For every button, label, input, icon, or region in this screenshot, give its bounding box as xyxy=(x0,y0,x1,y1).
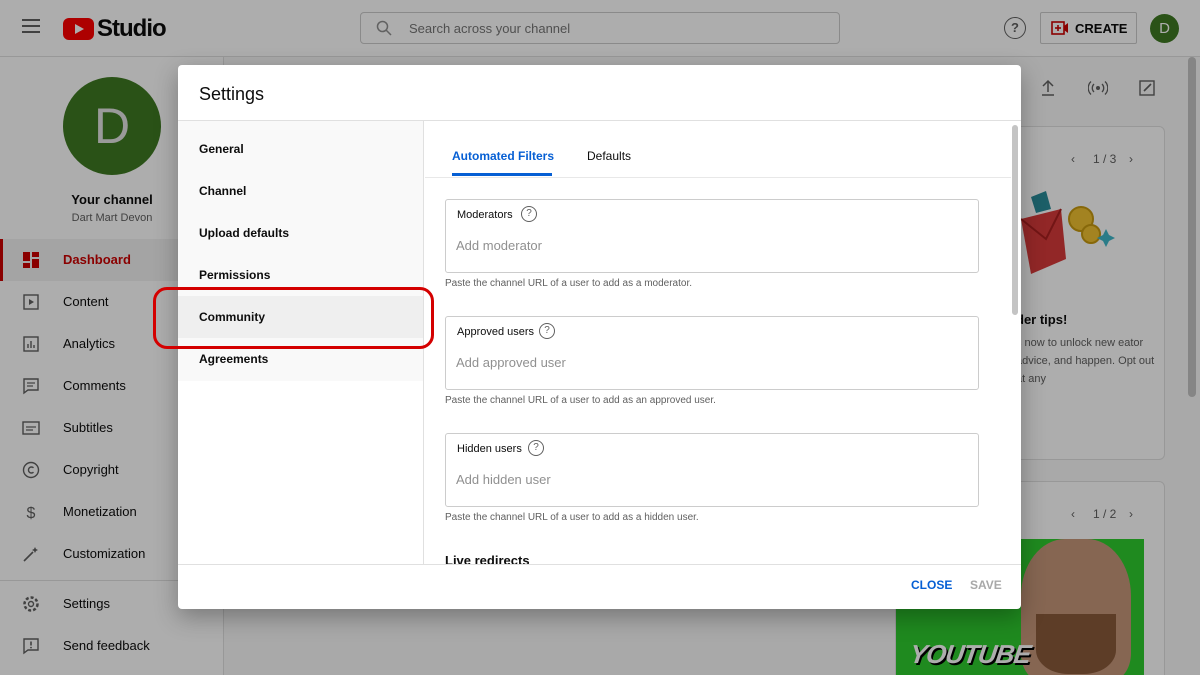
dialog-title: Settings xyxy=(199,84,265,104)
help-icon[interactable]: ? xyxy=(539,323,555,339)
approved-users-field[interactable]: Approved users ? xyxy=(445,316,979,390)
settings-content: Automated Filters Defaults Moderators ? … xyxy=(425,121,1011,564)
help-icon[interactable]: ? xyxy=(528,440,544,456)
moderators-label: Moderators xyxy=(457,209,513,221)
live-redirects-heading: Live redirects xyxy=(445,553,530,564)
close-button[interactable]: CLOSE xyxy=(911,578,952,592)
hidden-users-field[interactable]: Hidden users ? xyxy=(445,433,979,507)
settings-nav-channel[interactable]: Channel xyxy=(178,170,423,212)
tab-automated-filters[interactable]: Automated Filters xyxy=(452,149,554,163)
settings-nav-general[interactable]: General xyxy=(178,128,423,170)
moderators-input[interactable] xyxy=(456,234,956,256)
community-tabs: Automated Filters Defaults xyxy=(425,121,1011,178)
help-icon[interactable]: ? xyxy=(521,206,537,222)
hidden-users-input[interactable] xyxy=(456,468,956,490)
hidden-users-label: Hidden users xyxy=(457,443,522,455)
dialog-scrollbar[interactable] xyxy=(1012,125,1018,315)
community-highlight-annotation xyxy=(153,287,434,349)
moderators-hint: Paste the channel URL of a user to add a… xyxy=(445,278,693,289)
save-button[interactable]: SAVE xyxy=(970,578,1002,592)
settings-nav-upload-defaults[interactable]: Upload defaults xyxy=(178,212,423,254)
approved-users-input[interactable] xyxy=(456,351,956,373)
hidden-users-hint: Paste the channel URL of a user to add a… xyxy=(445,512,699,523)
approved-users-hint: Paste the channel URL of a user to add a… xyxy=(445,395,716,406)
active-tab-indicator xyxy=(452,173,552,176)
approved-users-label: Approved users xyxy=(457,326,535,338)
tab-defaults[interactable]: Defaults xyxy=(587,149,631,163)
dialog-footer-divider xyxy=(178,564,1021,565)
moderators-field[interactable]: Moderators ? xyxy=(445,199,979,273)
